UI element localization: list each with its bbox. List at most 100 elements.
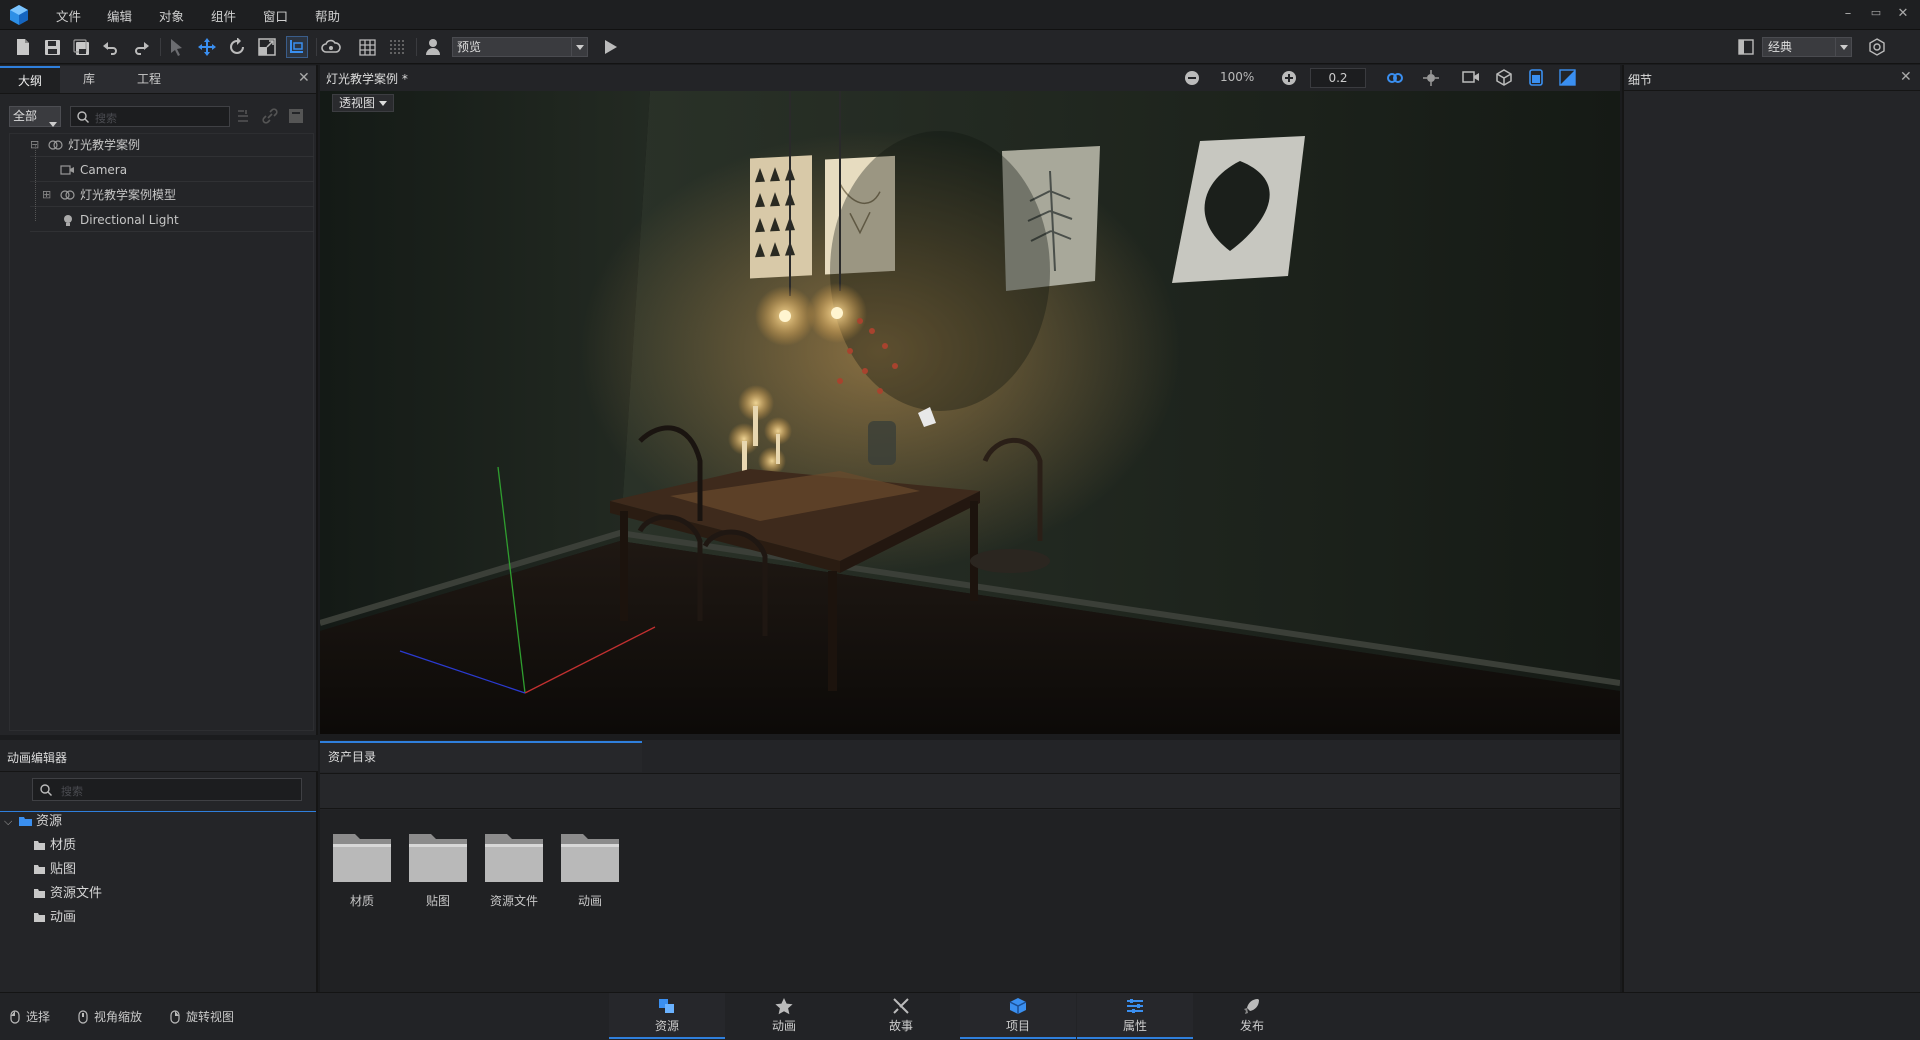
play-button[interactable] [600,36,622,58]
chevron-down-icon[interactable]: ⌵ [4,810,12,833]
tree-item-label: 动画 [50,910,77,925]
scene-viewport[interactable]: 透视图 [320,91,1620,734]
status-hint-label: 旋转视图 [186,1010,235,1024]
tree-item-label: 灯光教学案例 [68,138,141,152]
restore-button[interactable]: ▭ [1868,6,1884,19]
snap-tool-button[interactable] [286,36,308,58]
status-hint-rotate: 旋转视图 [170,1008,234,1025]
tree-expand-icon [238,110,248,122]
viewport-tab-title[interactable]: 灯光教学案例 * [326,70,408,87]
tree-item-animation[interactable]: 动画 [33,906,313,929]
resource-search-input[interactable]: 搜索 [32,778,302,801]
outline-search-input[interactable]: 搜索 [70,106,230,127]
link-button[interactable] [262,108,278,124]
expand-all-button[interactable] [236,108,252,124]
undo-icon [103,42,117,55]
chevron-down-icon [379,100,388,106]
view-mode-select[interactable]: 透视图 [332,94,395,112]
outline-filter-select[interactable]: 全部 [9,106,61,127]
minimize-button[interactable]: – [1840,6,1856,21]
status-hint-label: 视角缩放 [94,1010,143,1024]
menu-help[interactable]: 帮助 [315,6,340,25]
tree-item-label: 资源文件 [50,886,103,901]
dot-grid-icon [389,39,404,54]
folder-icon [34,865,45,874]
tab-asset-directory[interactable]: 资产目录 [320,741,642,772]
tab-library[interactable]: 库 [60,66,118,93]
bottom-tab-label: 项目 [1005,1019,1030,1033]
bottom-tab-animation[interactable]: 动画 [726,993,842,1039]
sliders-icon [1127,999,1143,1013]
story-tools-icon [893,998,909,1014]
close-panel-icon[interactable]: ✕ [298,70,310,86]
user-button[interactable] [422,36,444,58]
bottom-tab-properties[interactable]: 属性 [1077,993,1193,1039]
cursor-icon [171,39,182,56]
physics-icon[interactable] [1422,69,1440,87]
menu-edit[interactable]: 编辑 [107,6,132,25]
cube-icon[interactable] [1496,69,1512,86]
status-hint-zoom: 视角缩放 [78,1008,142,1025]
tab-outline[interactable]: 大纲 [0,66,60,93]
tree-item-texture[interactable]: 贴图 [33,858,313,881]
asset-folder-label: 贴图 [425,894,450,908]
zoom-out-icon[interactable] [1184,70,1200,86]
scale-tool-button[interactable] [256,36,278,58]
settings-button[interactable] [1866,36,1888,58]
sync-camera-icon[interactable] [1386,69,1404,87]
cloud-icon [321,39,341,53]
tree-item-directional-light[interactable]: Directional Light [30,208,314,232]
preview-mode-select[interactable]: 预览 [452,37,588,57]
tree-item-model[interactable]: ⊞ 灯光教学案例模型 [30,183,314,207]
camera-icon [60,165,74,175]
tree-item-material[interactable]: 材质 [33,834,313,857]
tree-item-scene-root[interactable]: ⊟ 灯光教学案例 [30,133,314,157]
close-panel-icon[interactable]: ✕ [1900,69,1912,85]
phone-view-icon[interactable] [1529,69,1543,86]
menu-file[interactable]: 文件 [56,6,81,25]
folder-icon [561,834,619,882]
tab-project[interactable]: 工程 [118,66,180,93]
bottom-tab-story[interactable]: 故事 [843,993,959,1039]
layout-mode-value: 经典 [1768,40,1793,54]
grid-button[interactable] [356,36,378,58]
asset-folder-label: 动画 [577,894,602,908]
tree-expand-toggle[interactable]: ⊞ [42,183,51,207]
menu-object[interactable]: 对象 [159,6,184,25]
asset-folder-label: 材质 [349,894,374,908]
user-icon [426,39,440,55]
search-icon [77,111,89,123]
bottom-tab-resources[interactable]: 资源 [609,993,725,1039]
dot-grid-button[interactable] [386,36,408,58]
collapse-button[interactable] [288,108,304,124]
tree-item-resources-root[interactable]: ⌵ 资源 [0,810,316,833]
close-window-button[interactable]: ✕ [1895,6,1911,21]
chevron-down-icon [571,38,587,56]
zoom-in-icon[interactable] [1281,70,1297,86]
layout-mode-select[interactable]: 经典 [1762,37,1852,57]
menu-window[interactable]: 窗口 [263,6,288,25]
undo-button[interactable] [100,36,122,58]
gradient-view-icon[interactable] [1559,69,1576,86]
resources-icon [659,999,674,1013]
layout-icon [1738,39,1754,55]
folder-open-icon [19,817,32,826]
rotate-tool-button[interactable] [226,36,248,58]
move-tool-button[interactable] [196,36,218,58]
new-file-button[interactable] [12,36,34,58]
tree-item-resource-files[interactable]: 资源文件 [33,882,313,905]
bottom-tab-project[interactable]: 项目 [960,993,1076,1039]
redo-button[interactable] [130,36,152,58]
video-camera-icon[interactable] [1462,70,1480,84]
bottom-tab-publish[interactable]: 发布 [1194,993,1310,1039]
step-value-input[interactable]: 0.2 [1310,68,1366,88]
bottom-tab-label: 资源 [654,1019,679,1033]
layout-panel-button[interactable] [1735,36,1757,58]
tree-item-camera[interactable]: Camera [30,158,314,182]
cloud-button[interactable] [320,36,342,58]
save-button[interactable] [41,36,63,58]
link-icon [262,108,278,124]
menu-component[interactable]: 组件 [211,6,236,25]
save-as-button[interactable] [70,36,92,58]
select-tool-button[interactable] [166,36,188,58]
